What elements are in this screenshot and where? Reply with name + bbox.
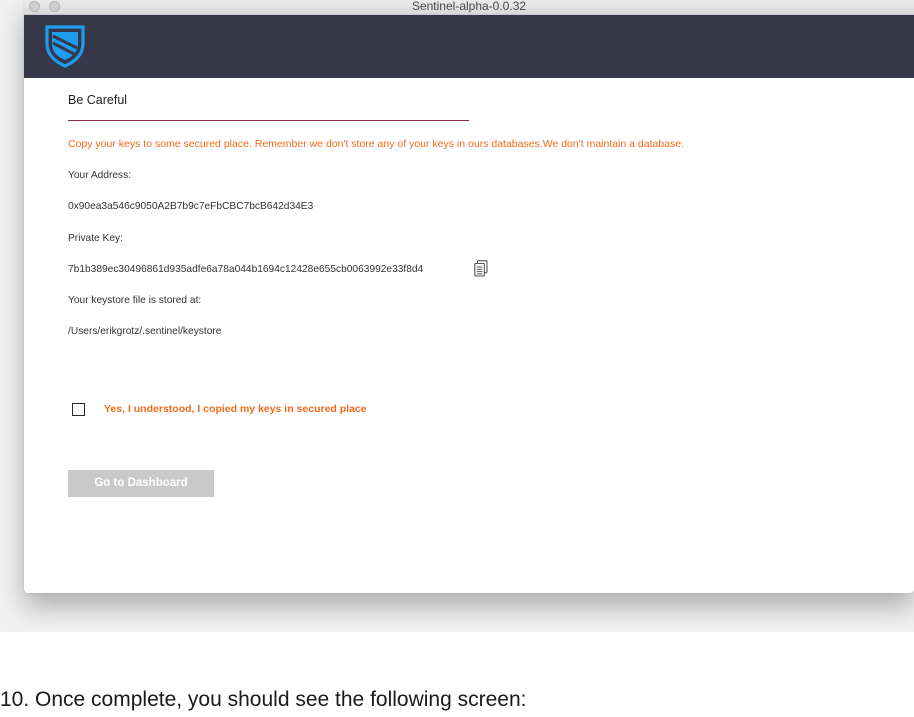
private-key-label: Private Key: bbox=[68, 233, 123, 244]
warning-message: Copy your keys to some secured place. Re… bbox=[68, 138, 685, 150]
keystore-path: /Users/erikgrotz/.sentinel/keystore bbox=[68, 326, 222, 337]
app-window: Sentinel-alpha-0.0.32 Be Careful Copy yo… bbox=[24, 0, 914, 593]
window-title: Sentinel-alpha-0.0.32 bbox=[411, 0, 527, 13]
page: Sentinel-alpha-0.0.32 Be Careful Copy yo… bbox=[0, 0, 914, 717]
page-heading: Be Careful bbox=[68, 93, 128, 107]
address-label: Your Address: bbox=[68, 170, 132, 181]
window-titlebar: Sentinel-alpha-0.0.32 bbox=[24, 0, 914, 15]
understood-checkbox[interactable] bbox=[72, 403, 85, 416]
shield-logo-icon bbox=[44, 24, 86, 68]
copy-icon[interactable] bbox=[474, 260, 488, 277]
private-key-value: 7b1b389ec30496861d935adfe6a78a044b1694c1… bbox=[68, 264, 424, 275]
go-to-dashboard-button[interactable]: Go to Dashboard bbox=[68, 470, 214, 497]
understood-checkbox-label[interactable]: Yes, I understood, I copied my keys in s… bbox=[104, 403, 367, 415]
keystore-label: Your keystore file is stored at: bbox=[68, 295, 202, 306]
heading-divider bbox=[68, 120, 469, 121]
address-value: 0x90ea3a546c9050A2B7b9c7eFbCBC7bcB642d34… bbox=[68, 201, 314, 212]
document-caption: 10. Once complete, you should see the fo… bbox=[0, 688, 527, 711]
app-header bbox=[24, 15, 914, 78]
